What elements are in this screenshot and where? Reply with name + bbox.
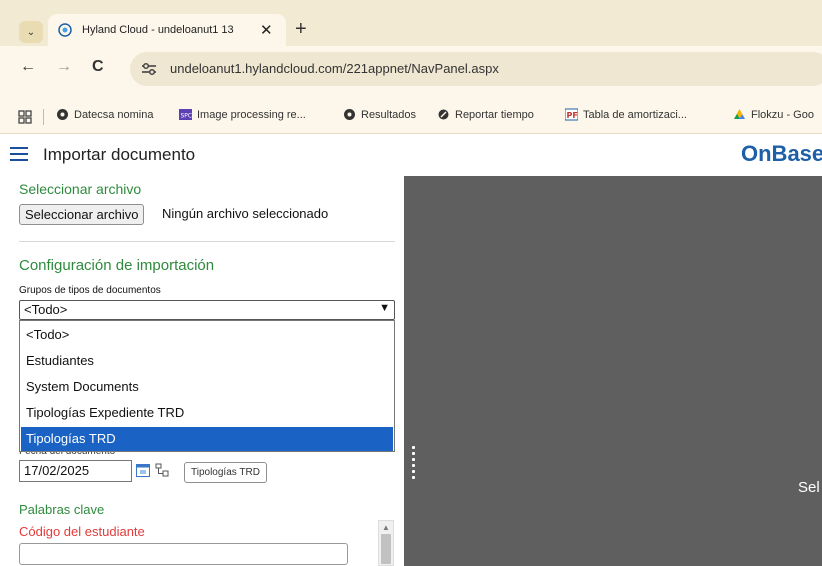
app-header: Importar documento OnBase bbox=[0, 134, 822, 176]
hyland-favicon-icon bbox=[58, 23, 72, 37]
globe-icon bbox=[344, 109, 355, 120]
back-icon[interactable]: ← bbox=[20, 58, 36, 76]
globe-icon bbox=[57, 109, 68, 120]
tab-list-dropdown[interactable]: ⌄ bbox=[19, 21, 43, 43]
tab-title: Hyland Cloud - undeloanut1 13 bbox=[82, 24, 234, 36]
document-type-button[interactable]: Tipologías TRD bbox=[184, 462, 267, 483]
calendar-icon[interactable] bbox=[136, 463, 150, 477]
svg-text:PF: PF bbox=[567, 111, 578, 120]
panel-resize-handle[interactable] bbox=[412, 446, 415, 486]
menu-icon[interactable] bbox=[10, 146, 30, 162]
drive-icon bbox=[734, 109, 745, 119]
form-scrollbar[interactable]: ▲ bbox=[378, 520, 394, 566]
bookmark-item[interactable]: Resultados bbox=[343, 108, 416, 121]
browser-tab[interactable]: Hyland Cloud - undeloanut1 13 ✕ bbox=[48, 14, 286, 46]
pf-icon: PF bbox=[565, 108, 578, 121]
dropdown-option[interactable]: Estudiantes bbox=[21, 349, 393, 373]
address-bar[interactable]: undeloanut1.hylandcloud.com/221appnet/Na… bbox=[130, 52, 822, 86]
hierarchy-icon[interactable] bbox=[155, 463, 169, 477]
pen-icon bbox=[438, 109, 449, 120]
scroll-thumb[interactable] bbox=[381, 534, 391, 564]
dropdown-option[interactable]: System Documents bbox=[21, 375, 393, 399]
svg-text:SPC: SPC bbox=[181, 113, 193, 120]
dropdown-option[interactable]: <Todo> bbox=[21, 323, 393, 347]
new-tab-button[interactable]: + bbox=[295, 18, 307, 41]
doc-groups-dropdown: <Todo> Estudiantes System Documents Tipo… bbox=[19, 320, 395, 452]
bookmark-item[interactable]: SPC Image processing re... bbox=[179, 108, 306, 121]
onbase-logo: OnBase bbox=[741, 141, 822, 166]
bookmark-item[interactable]: Reportar tiempo bbox=[437, 108, 534, 121]
student-code-input[interactable] bbox=[19, 543, 348, 565]
browser-tab-bar: ⌄ Hyland Cloud - undeloanut1 13 ✕ + bbox=[0, 0, 822, 46]
bookmarks-bar: Datecsa nomina SPC Image processing re..… bbox=[0, 100, 822, 134]
reload-icon[interactable]: C bbox=[92, 58, 104, 76]
no-file-text: Ningún archivo seleccionado bbox=[162, 206, 329, 221]
select-file-heading: Seleccionar archivo bbox=[19, 181, 142, 197]
browser-toolbar: ← → C undeloanut1.hylandcloud.com/221app… bbox=[0, 46, 822, 100]
spc-icon: SPC bbox=[179, 109, 193, 120]
scroll-up-icon[interactable]: ▲ bbox=[380, 523, 392, 532]
student-code-label: Código del estudiante bbox=[19, 524, 145, 539]
close-icon[interactable]: ✕ bbox=[260, 21, 273, 39]
dropdown-option[interactable]: Tipologías Expediente TRD bbox=[21, 401, 393, 425]
keywords-heading: Palabras clave bbox=[19, 502, 105, 517]
document-date-label: Fecha del documento bbox=[19, 452, 115, 458]
import-config-heading: Configuración de importación bbox=[19, 257, 215, 274]
url-text: undeloanut1.hylandcloud.com/221appnet/Na… bbox=[170, 61, 499, 76]
viewer-placeholder-text: Sel bbox=[798, 479, 820, 496]
select-file-button[interactable]: Seleccionar archivo bbox=[19, 204, 145, 225]
document-date-input[interactable]: 17/02/2025 bbox=[19, 460, 132, 482]
chevron-down-icon: ⌄ bbox=[26, 26, 36, 38]
bookmark-item[interactable]: Flokzu - Goo bbox=[733, 108, 814, 121]
apps-grid-icon[interactable] bbox=[18, 110, 32, 124]
import-form-panel: Seleccionar archivo Seleccionar archivo … bbox=[0, 176, 404, 566]
dropdown-option-selected[interactable]: Tipologías TRD bbox=[21, 427, 393, 451]
bookmark-item[interactable]: Datecsa nomina bbox=[56, 108, 154, 121]
doc-groups-select[interactable]: <Todo> ▼ bbox=[19, 300, 395, 320]
bookmark-item[interactable]: PF Tabla de amortizaci... bbox=[565, 108, 687, 121]
section-divider bbox=[19, 241, 395, 242]
bookmarks-divider bbox=[43, 109, 44, 125]
document-viewer-panel: Sel bbox=[404, 176, 822, 566]
forward-icon[interactable]: → bbox=[56, 58, 72, 76]
site-settings-icon bbox=[142, 62, 156, 76]
page-title: Importar documento bbox=[43, 145, 196, 164]
chevron-down-icon: ▼ bbox=[379, 302, 390, 314]
doc-groups-label: Grupos de tipos de documentos bbox=[19, 285, 161, 296]
